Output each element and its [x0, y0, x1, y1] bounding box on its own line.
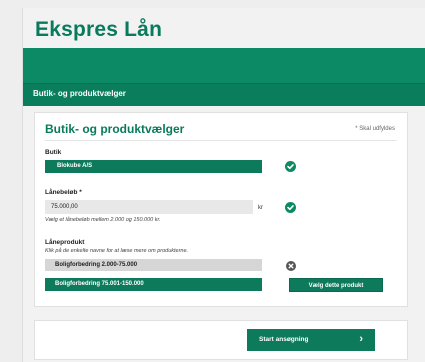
card-title: Butik- og produktvælger: [45, 122, 185, 136]
choose-product-button[interactable]: Vælg dette produkt: [289, 278, 383, 292]
start-card: Start ansøgning ›: [34, 320, 408, 360]
product-label: Låneprodukt: [45, 239, 85, 246]
amount-unit: kr: [258, 205, 263, 211]
divider: [45, 140, 397, 141]
brand-title: Ekspres Lån: [35, 18, 163, 41]
section-band-label: Butik- og produktvælger: [33, 89, 126, 98]
required-note: * Skal udfyldes: [355, 126, 395, 132]
header-band: [23, 48, 425, 83]
product-selector-card: Butik- og produktvælger * Skal udfyldes …: [34, 112, 408, 307]
amount-label: Lånebeløb *: [45, 189, 82, 196]
product-option-2[interactable]: Boligforbedring 75.001-150.000: [45, 278, 262, 291]
amount-input[interactable]: 75.000,00: [45, 200, 253, 214]
start-application-button[interactable]: Start ansøgning ›: [247, 329, 375, 351]
amount-valid-check-icon: [285, 202, 296, 213]
clear-selection-close-icon[interactable]: [286, 261, 296, 271]
shop-valid-check-icon: [285, 161, 296, 172]
amount-help-text: Vælg et lånebeløb mellem 2.000 og 150.00…: [45, 217, 161, 223]
page: Ekspres Lån Butik- og produktvælger Buti…: [22, 8, 425, 362]
chevron-right-icon: ›: [359, 333, 363, 345]
shop-select[interactable]: Blokube A/S: [45, 160, 262, 173]
product-option-1[interactable]: Boligforbedring 2.000-75.000: [45, 259, 262, 271]
shop-label: Butik: [45, 149, 62, 156]
product-help-text: Klik på de enkelte navne for at læse mer…: [45, 248, 189, 254]
start-application-label: Start ansøgning: [259, 336, 309, 343]
section-band: Butik- og produktvælger: [23, 83, 425, 106]
